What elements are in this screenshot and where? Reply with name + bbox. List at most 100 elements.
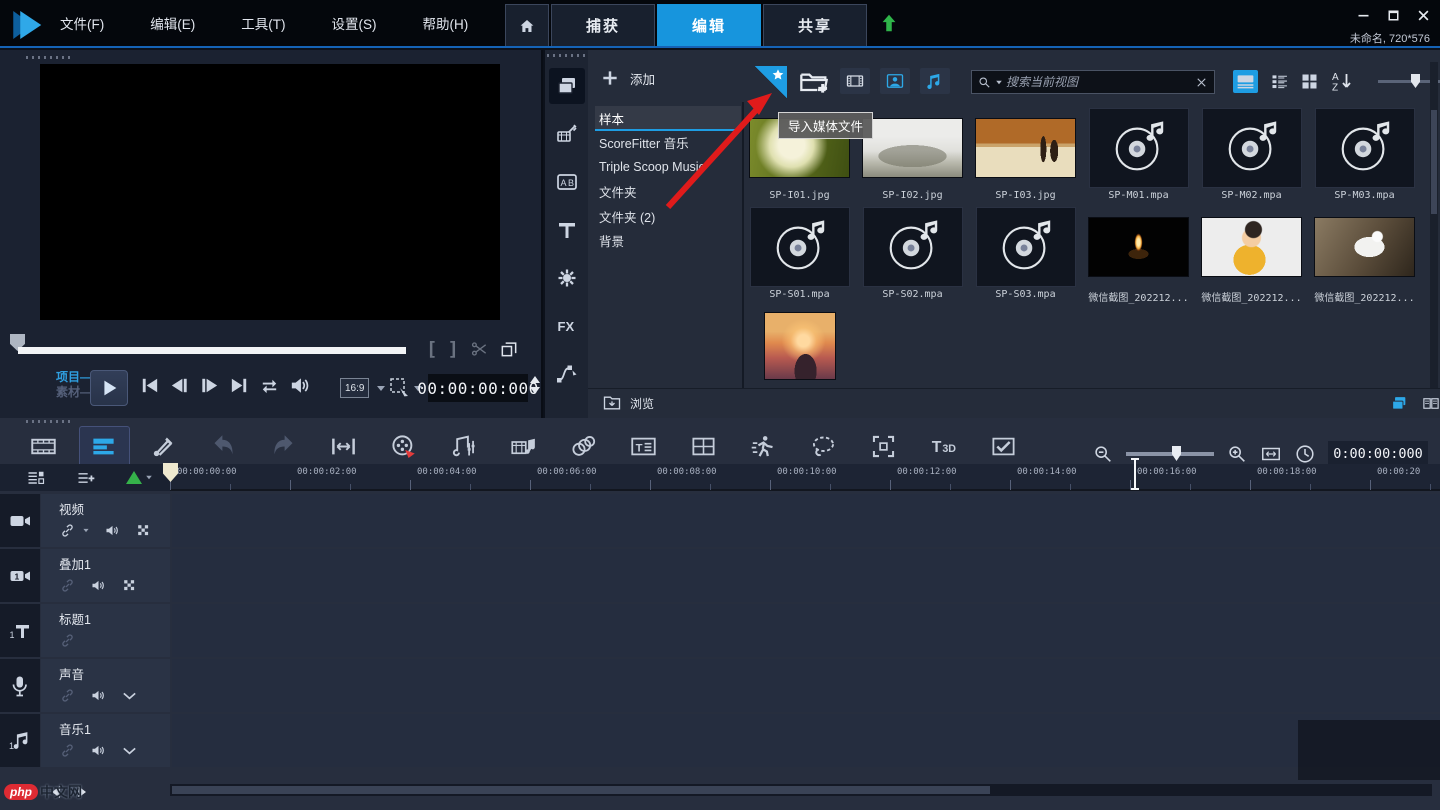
media-thumbnail[interactable]: [862, 118, 963, 178]
redo-button[interactable]: [270, 433, 297, 460]
volume-icon[interactable]: [288, 374, 311, 397]
library-nav-media[interactable]: [549, 68, 585, 104]
category-item[interactable]: 文件夹: [595, 180, 741, 205]
tab-home[interactable]: [505, 4, 549, 46]
track-manager-icon[interactable]: [26, 468, 46, 488]
track-lane[interactable]: [172, 714, 1440, 767]
import-media-button[interactable]: [797, 66, 831, 98]
audio-disc-icon[interactable]: [863, 207, 963, 287]
chapter-marker-button[interactable]: [126, 471, 153, 484]
library-nav-overlay-graphics[interactable]: [549, 260, 585, 296]
timecode-down-icon[interactable]: [530, 387, 540, 394]
timeline-zoom-slider[interactable]: [1126, 452, 1214, 456]
audio-disc-icon[interactable]: [976, 207, 1076, 287]
media-item[interactable]: 微信截图_202212...: [1313, 207, 1416, 304]
mark-out-icon[interactable]: ]: [447, 338, 458, 360]
track-type-cell[interactable]: 1: [0, 549, 40, 602]
storyboard-view-button[interactable]: [30, 433, 57, 460]
aspect-ratio-selector[interactable]: 16:9: [340, 378, 369, 398]
track-lane[interactable]: [172, 604, 1440, 657]
title-3d-button[interactable]: T3D: [930, 433, 957, 460]
media-item[interactable]: SP-M02.mpa: [1200, 108, 1303, 205]
menu-help[interactable]: 帮助(H): [423, 13, 469, 33]
search-scope-caret-icon[interactable]: [996, 80, 1002, 84]
menu-settings[interactable]: 设置(S): [332, 13, 377, 33]
media-thumbnail[interactable]: [1088, 217, 1189, 277]
add-folder-button[interactable]: 添加: [600, 68, 655, 88]
media-item[interactable]: SP-I03.jpg: [974, 108, 1077, 205]
media-item[interactable]: SP-M03.mpa: [1313, 108, 1416, 205]
track-type-cell[interactable]: [0, 494, 40, 547]
loop-icon[interactable]: [258, 374, 281, 397]
panel-drag-handle[interactable]: [26, 56, 72, 59]
track-type-cell[interactable]: 1: [0, 604, 40, 657]
timeline-view-button[interactable]: [90, 433, 117, 460]
wave-icon[interactable]: [121, 687, 138, 704]
wave-icon[interactable]: [121, 742, 138, 759]
thumbnail-size-handle[interactable]: [1411, 74, 1420, 88]
library-nav-transition[interactable]: AB: [549, 164, 585, 200]
media-item[interactable]: SP-M01.mpa: [1087, 108, 1190, 205]
seek-start-icon[interactable]: [138, 374, 161, 397]
link-clips-icon[interactable]: [59, 742, 76, 759]
play-button[interactable]: [90, 370, 128, 406]
hscroll-thumb[interactable]: [172, 786, 990, 794]
menu-file[interactable]: 文件(F): [60, 13, 104, 33]
pin-panel-icon[interactable]: [755, 66, 787, 98]
clear-search-icon[interactable]: [1194, 75, 1209, 90]
audio-disc-icon[interactable]: [1202, 108, 1302, 188]
library-nav-filter-fx[interactable]: FX: [549, 308, 585, 344]
browse-button[interactable]: 浏览: [602, 393, 654, 413]
mode-clip-label[interactable]: 素材: [56, 385, 80, 399]
media-item[interactable]: SP-S02.mpa: [861, 207, 964, 304]
media-item[interactable]: SP-I02.jpg: [861, 108, 964, 205]
audio-disc-icon[interactable]: [1089, 108, 1189, 188]
frame-forward-icon[interactable]: [198, 374, 221, 397]
mark-in-icon[interactable]: [: [426, 338, 437, 360]
auto-music-button[interactable]: [510, 433, 537, 460]
library-nav-motion-path[interactable]: [549, 356, 585, 392]
media-thumbnail[interactable]: [1314, 217, 1415, 277]
zoom-selection-icon[interactable]: [388, 376, 412, 400]
video-filter-toggle[interactable]: [840, 68, 870, 94]
mask-creator-button[interactable]: [810, 433, 837, 460]
library-nav-title[interactable]: [549, 212, 585, 248]
speaker-icon[interactable]: [104, 522, 121, 539]
track-header[interactable]: 视频: [41, 494, 170, 547]
fit-timeline-icon[interactable]: [1260, 443, 1282, 465]
overlay-options-button[interactable]: [570, 433, 597, 460]
media-item[interactable]: 微信截图_202212...: [1200, 207, 1303, 304]
flatten-mask-button[interactable]: [990, 433, 1017, 460]
motion-tracking-button[interactable]: [870, 433, 897, 460]
fit-project-window-button[interactable]: [330, 433, 357, 460]
category-item[interactable]: ScoreFitter 音乐: [595, 131, 741, 156]
tab-edit[interactable]: 编辑: [657, 4, 761, 46]
library-nav-instant-project[interactable]: [549, 116, 585, 152]
record-capture-button[interactable]: [390, 433, 417, 460]
media-thumbnail[interactable]: [1201, 217, 1302, 277]
speaker-icon[interactable]: [90, 742, 107, 759]
library-pane-toggle[interactable]: [1388, 394, 1410, 413]
menu-tools[interactable]: 工具(T): [241, 13, 285, 33]
link-clips-icon[interactable]: [59, 577, 76, 594]
tab-share[interactable]: 共享: [763, 4, 867, 46]
enlarge-preview-icon[interactable]: [499, 339, 519, 359]
media-item[interactable]: SP-S03.mpa: [974, 207, 1077, 304]
category-item[interactable]: 样本: [595, 106, 741, 131]
minimize-button[interactable]: [1352, 6, 1374, 24]
close-button[interactable]: [1412, 6, 1434, 24]
menu-edit[interactable]: 编辑(E): [150, 13, 195, 33]
timeline-ruler[interactable]: 00:00:00:0000:00:02:0000:00:04:0000:00:0…: [170, 464, 1440, 491]
timecode-up-icon[interactable]: [530, 376, 540, 383]
frame-back-icon[interactable]: [168, 374, 191, 397]
seek-end-icon[interactable]: [228, 374, 251, 397]
track-type-cell[interactable]: 1: [0, 714, 40, 767]
view-list-button[interactable]: [1267, 70, 1292, 93]
media-item[interactable]: SP-S01.mpa: [748, 207, 851, 304]
view-grid-button[interactable]: [1297, 70, 1322, 93]
audio-disc-icon[interactable]: [750, 207, 850, 287]
photo-filter-toggle[interactable]: [880, 68, 910, 94]
mode-project-label[interactable]: 项目: [56, 370, 80, 384]
audio-disc-icon[interactable]: [1315, 108, 1415, 188]
media-item[interactable]: 微信图片_202211: [748, 306, 851, 388]
